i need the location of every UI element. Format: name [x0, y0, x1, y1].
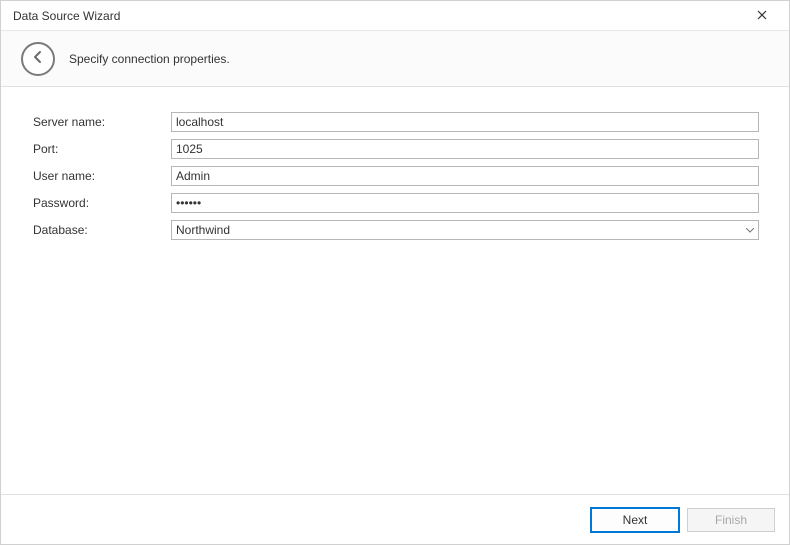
database-combo[interactable] [171, 220, 759, 240]
wizard-subtitle: Specify connection properties. [69, 52, 230, 66]
server-name-label: Server name: [31, 115, 171, 129]
arrow-left-icon [30, 49, 46, 68]
row-database: Database: [31, 219, 759, 241]
port-label: Port: [31, 142, 171, 156]
row-port: Port: [31, 138, 759, 160]
password-label: Password: [31, 196, 171, 210]
finish-button: Finish [687, 508, 775, 532]
row-server-name: Server name: [31, 111, 759, 133]
row-password: Password: [31, 192, 759, 214]
database-input[interactable] [171, 220, 759, 240]
wizard-header: Specify connection properties. [1, 31, 789, 87]
user-name-input[interactable] [171, 166, 759, 186]
close-icon [757, 9, 767, 23]
close-button[interactable] [745, 2, 779, 30]
window-title: Data Source Wizard [13, 9, 745, 23]
footer: Next Finish [1, 494, 789, 544]
database-label: Database: [31, 223, 171, 237]
server-name-input[interactable] [171, 112, 759, 132]
user-name-label: User name: [31, 169, 171, 183]
next-button[interactable]: Next [591, 508, 679, 532]
port-input[interactable] [171, 139, 759, 159]
password-input[interactable] [171, 193, 759, 213]
titlebar: Data Source Wizard [1, 1, 789, 31]
back-button[interactable] [21, 42, 55, 76]
row-user-name: User name: [31, 165, 759, 187]
form-body: Server name: Port: User name: Password: … [1, 87, 789, 241]
